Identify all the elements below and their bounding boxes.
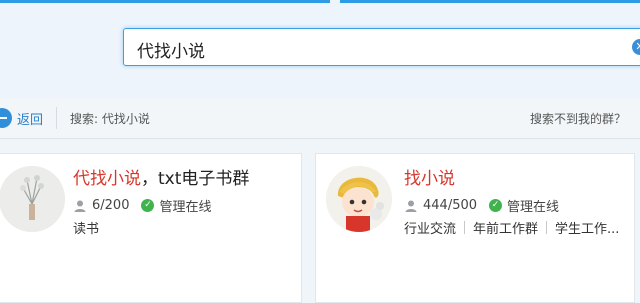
person-icon	[405, 200, 417, 212]
tag: 行业交流	[404, 222, 457, 237]
group-name-highlight: 代找小说	[73, 169, 141, 189]
result-toolbar: 返回 搜索: 代找小说 搜索不到我的群？	[0, 98, 640, 139]
group-name-rest: ，txt电子书群	[141, 169, 250, 189]
person-icon	[74, 200, 86, 212]
group-card[interactable]: 找小说 444/500 ✓ 管理在线 行业交流 年前工作群 学生工作...	[315, 153, 635, 303]
avatar-flower-vase-image	[0, 166, 65, 232]
tab-indicator-left	[0, 0, 330, 3]
avatar[interactable]	[326, 166, 392, 232]
back-label: 返回	[17, 112, 44, 128]
avatar[interactable]	[0, 166, 65, 232]
check-icon: ✓	[489, 199, 503, 212]
tab-indicator-right	[340, 0, 640, 3]
admin-status: 管理在线	[507, 200, 560, 215]
group-name-highlight: 找小说	[404, 169, 455, 189]
check-icon: ✓	[141, 199, 155, 212]
admin-status: 管理在线	[159, 200, 212, 215]
tag-separator	[464, 221, 466, 234]
back-button[interactable]: 返回	[0, 108, 43, 128]
results-list: 代找小说，txt电子书群 6/200 ✓ 管理在线 读书 找小说 444/500…	[0, 139, 640, 303]
member-count: 6/200	[92, 198, 130, 213]
tag: 读书	[73, 222, 100, 237]
search-input[interactable]: 代找小说 ✕	[123, 28, 640, 66]
tag-separator	[546, 221, 548, 234]
member-count: 444/500	[423, 198, 478, 213]
tag: 年前工作群	[473, 222, 539, 237]
top-band: 代找小说 ✕	[0, 0, 640, 98]
toolbar-divider	[56, 107, 57, 129]
not-found-link[interactable]: 搜索不到我的群？	[530, 110, 626, 127]
group-name[interactable]: 找小说	[404, 164, 455, 189]
search-summary: 搜索: 代找小说	[70, 112, 150, 126]
group-tags: 行业交流 年前工作群 学生工作...	[404, 218, 619, 237]
search-input-value: 代找小说	[137, 42, 205, 62]
group-meta: 444/500 ✓ 管理在线	[404, 196, 559, 215]
group-meta: 6/200 ✓ 管理在线	[73, 196, 211, 215]
avatar-cartoon-image	[326, 166, 392, 232]
clear-icon[interactable]: ✕	[632, 39, 640, 55]
group-tags: 读书	[73, 218, 99, 237]
group-name[interactable]: 代找小说，txt电子书群	[73, 164, 249, 189]
tag: 学生工作...	[555, 222, 620, 237]
back-icon	[0, 108, 12, 128]
group-card[interactable]: 代找小说，txt电子书群 6/200 ✓ 管理在线 读书	[0, 153, 302, 303]
